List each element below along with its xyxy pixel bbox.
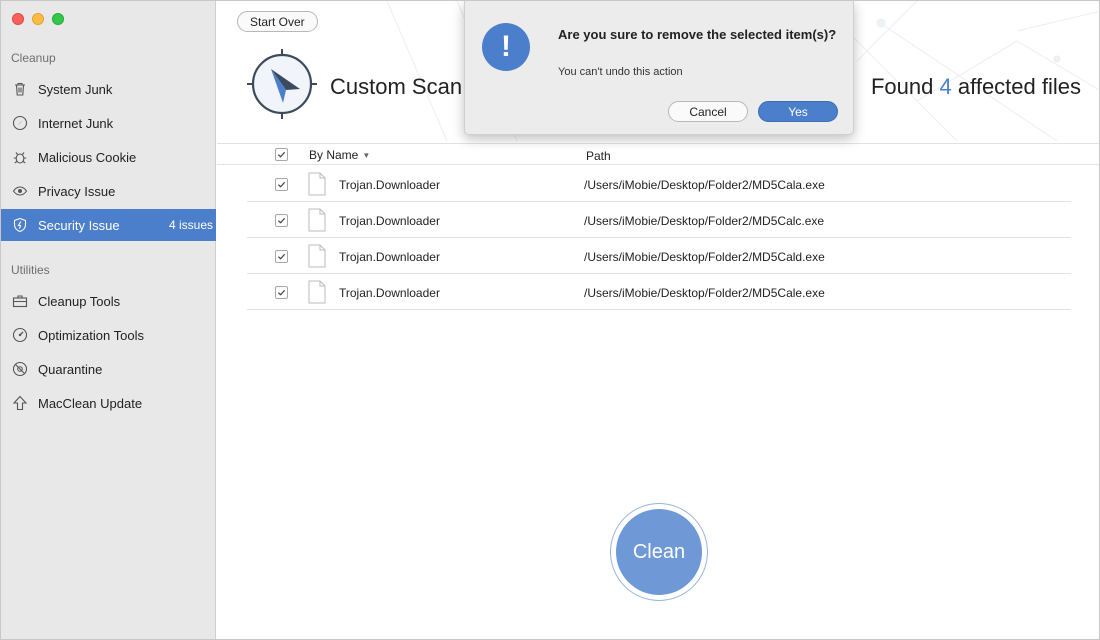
found-count: 4 bbox=[939, 74, 952, 99]
zoom-window-button[interactable] bbox=[52, 13, 64, 25]
app-window: Cleanup System Junk Internet Junk Malici… bbox=[0, 0, 1100, 640]
table-row[interactable]: Trojan.Downloader /Users/iMobie/Desktop/… bbox=[247, 274, 1071, 310]
sidebar-item-cleanup-tools[interactable]: Cleanup Tools bbox=[1, 285, 216, 317]
file-icon bbox=[308, 172, 326, 196]
trash-icon bbox=[11, 80, 29, 98]
found-summary: Found 4 affected files bbox=[871, 74, 1081, 100]
row-checkbox[interactable] bbox=[275, 214, 288, 227]
checkmark-icon bbox=[277, 253, 286, 260]
quarantine-icon bbox=[11, 360, 29, 378]
table-header: By Name ▼ Path bbox=[217, 143, 1099, 165]
col-path-header[interactable]: Path bbox=[586, 149, 611, 163]
table-row[interactable]: Trojan.Downloader /Users/iMobie/Desktop/… bbox=[247, 166, 1071, 202]
utilities-section-label: Utilities bbox=[11, 263, 50, 277]
table-row[interactable]: Trojan.Downloader /Users/iMobie/Desktop/… bbox=[247, 238, 1071, 274]
sidebar-item-optimization-tools[interactable]: Optimization Tools bbox=[1, 319, 216, 351]
compass-icon bbox=[11, 114, 29, 132]
start-over-button[interactable]: Start Over bbox=[237, 11, 318, 32]
upload-arrow-icon bbox=[11, 394, 29, 412]
sidebar: Cleanup System Junk Internet Junk Malici… bbox=[1, 1, 216, 639]
shield-icon bbox=[11, 216, 29, 234]
dialog-subtext: You can't undo this action bbox=[558, 66, 683, 78]
sidebar-item-label: Privacy Issue bbox=[38, 183, 116, 199]
scan-title: Custom Scan bbox=[330, 74, 463, 99]
window-controls bbox=[12, 13, 64, 25]
cancel-button[interactable]: Cancel bbox=[668, 101, 748, 122]
close-window-button[interactable] bbox=[12, 13, 24, 25]
select-all-checkbox[interactable] bbox=[275, 148, 288, 161]
found-prefix: Found bbox=[870, 74, 934, 99]
toolbox-icon bbox=[11, 292, 29, 310]
file-icon bbox=[308, 208, 326, 232]
exclamation-icon: ! bbox=[482, 23, 530, 71]
bug-icon bbox=[11, 148, 29, 166]
table-row[interactable]: Trojan.Downloader /Users/iMobie/Desktop/… bbox=[247, 202, 1071, 238]
sort-by-name-header[interactable]: By Name ▼ bbox=[309, 148, 370, 162]
sidebar-item-macclean-update[interactable]: MacClean Update bbox=[1, 387, 216, 419]
file-name: Trojan.Downloader bbox=[339, 214, 440, 228]
checkmark-icon bbox=[277, 217, 286, 224]
sidebar-item-label: Malicious Cookie bbox=[38, 149, 137, 165]
issue-count-badge: 4 issues bbox=[168, 218, 213, 232]
file-name: Trojan.Downloader bbox=[339, 286, 440, 300]
sidebar-item-label: Quarantine bbox=[38, 361, 103, 377]
yes-button[interactable]: Yes bbox=[758, 101, 838, 122]
cleanup-section-label: Cleanup bbox=[11, 51, 56, 65]
sidebar-item-label: Internet Junk bbox=[38, 115, 114, 131]
row-checkbox[interactable] bbox=[275, 250, 288, 263]
scan-compass-icon bbox=[247, 49, 317, 119]
clean-button[interactable]: Clean bbox=[616, 509, 702, 595]
file-list: Trojan.Downloader /Users/iMobie/Desktop/… bbox=[247, 166, 1071, 310]
row-checkbox[interactable] bbox=[275, 286, 288, 299]
sidebar-item-privacy-issue[interactable]: Privacy Issue bbox=[1, 175, 216, 207]
sidebar-item-label: MacClean Update bbox=[38, 395, 143, 411]
col-name-label: By Name bbox=[309, 148, 359, 162]
sidebar-item-internet-junk[interactable]: Internet Junk bbox=[1, 107, 216, 139]
sidebar-item-quarantine[interactable]: Quarantine bbox=[1, 353, 216, 385]
eye-icon bbox=[11, 182, 29, 200]
minimize-window-button[interactable] bbox=[32, 13, 44, 25]
dialog-message: Are you sure to remove the selected item… bbox=[558, 27, 837, 42]
sort-arrow-icon: ▼ bbox=[362, 150, 371, 160]
file-path: /Users/iMobie/Desktop/Folder2/MD5Cale.ex… bbox=[584, 286, 825, 300]
sidebar-item-system-junk[interactable]: System Junk bbox=[1, 73, 216, 105]
checkmark-icon bbox=[277, 289, 286, 296]
file-path: /Users/iMobie/Desktop/Folder2/MD5Calc.ex… bbox=[584, 214, 825, 228]
file-icon bbox=[308, 280, 326, 304]
found-suffix: affected files bbox=[957, 74, 1081, 99]
gauge-icon bbox=[11, 326, 29, 344]
clean-button-ring: Clean bbox=[610, 503, 708, 601]
sidebar-item-label: Security Issue bbox=[38, 217, 120, 233]
file-icon bbox=[308, 244, 326, 268]
row-checkbox[interactable] bbox=[275, 178, 288, 191]
sidebar-item-label: System Junk bbox=[38, 81, 113, 97]
file-path: /Users/iMobie/Desktop/Folder2/MD5Cala.ex… bbox=[584, 178, 825, 192]
file-name: Trojan.Downloader bbox=[339, 178, 440, 192]
checkmark-icon bbox=[277, 151, 286, 158]
sidebar-item-malicious-cookie[interactable]: Malicious Cookie bbox=[1, 141, 216, 173]
confirm-dialog: ! Are you sure to remove the selected it… bbox=[464, 1, 854, 135]
sidebar-item-label: Optimization Tools bbox=[38, 327, 144, 343]
sidebar-item-label: Cleanup Tools bbox=[38, 293, 121, 309]
file-path: /Users/iMobie/Desktop/Folder2/MD5Cald.ex… bbox=[584, 250, 825, 264]
checkmark-icon bbox=[277, 181, 286, 188]
file-name: Trojan.Downloader bbox=[339, 250, 440, 264]
sidebar-item-security-issue[interactable]: Security Issue 4 issues bbox=[1, 209, 216, 241]
